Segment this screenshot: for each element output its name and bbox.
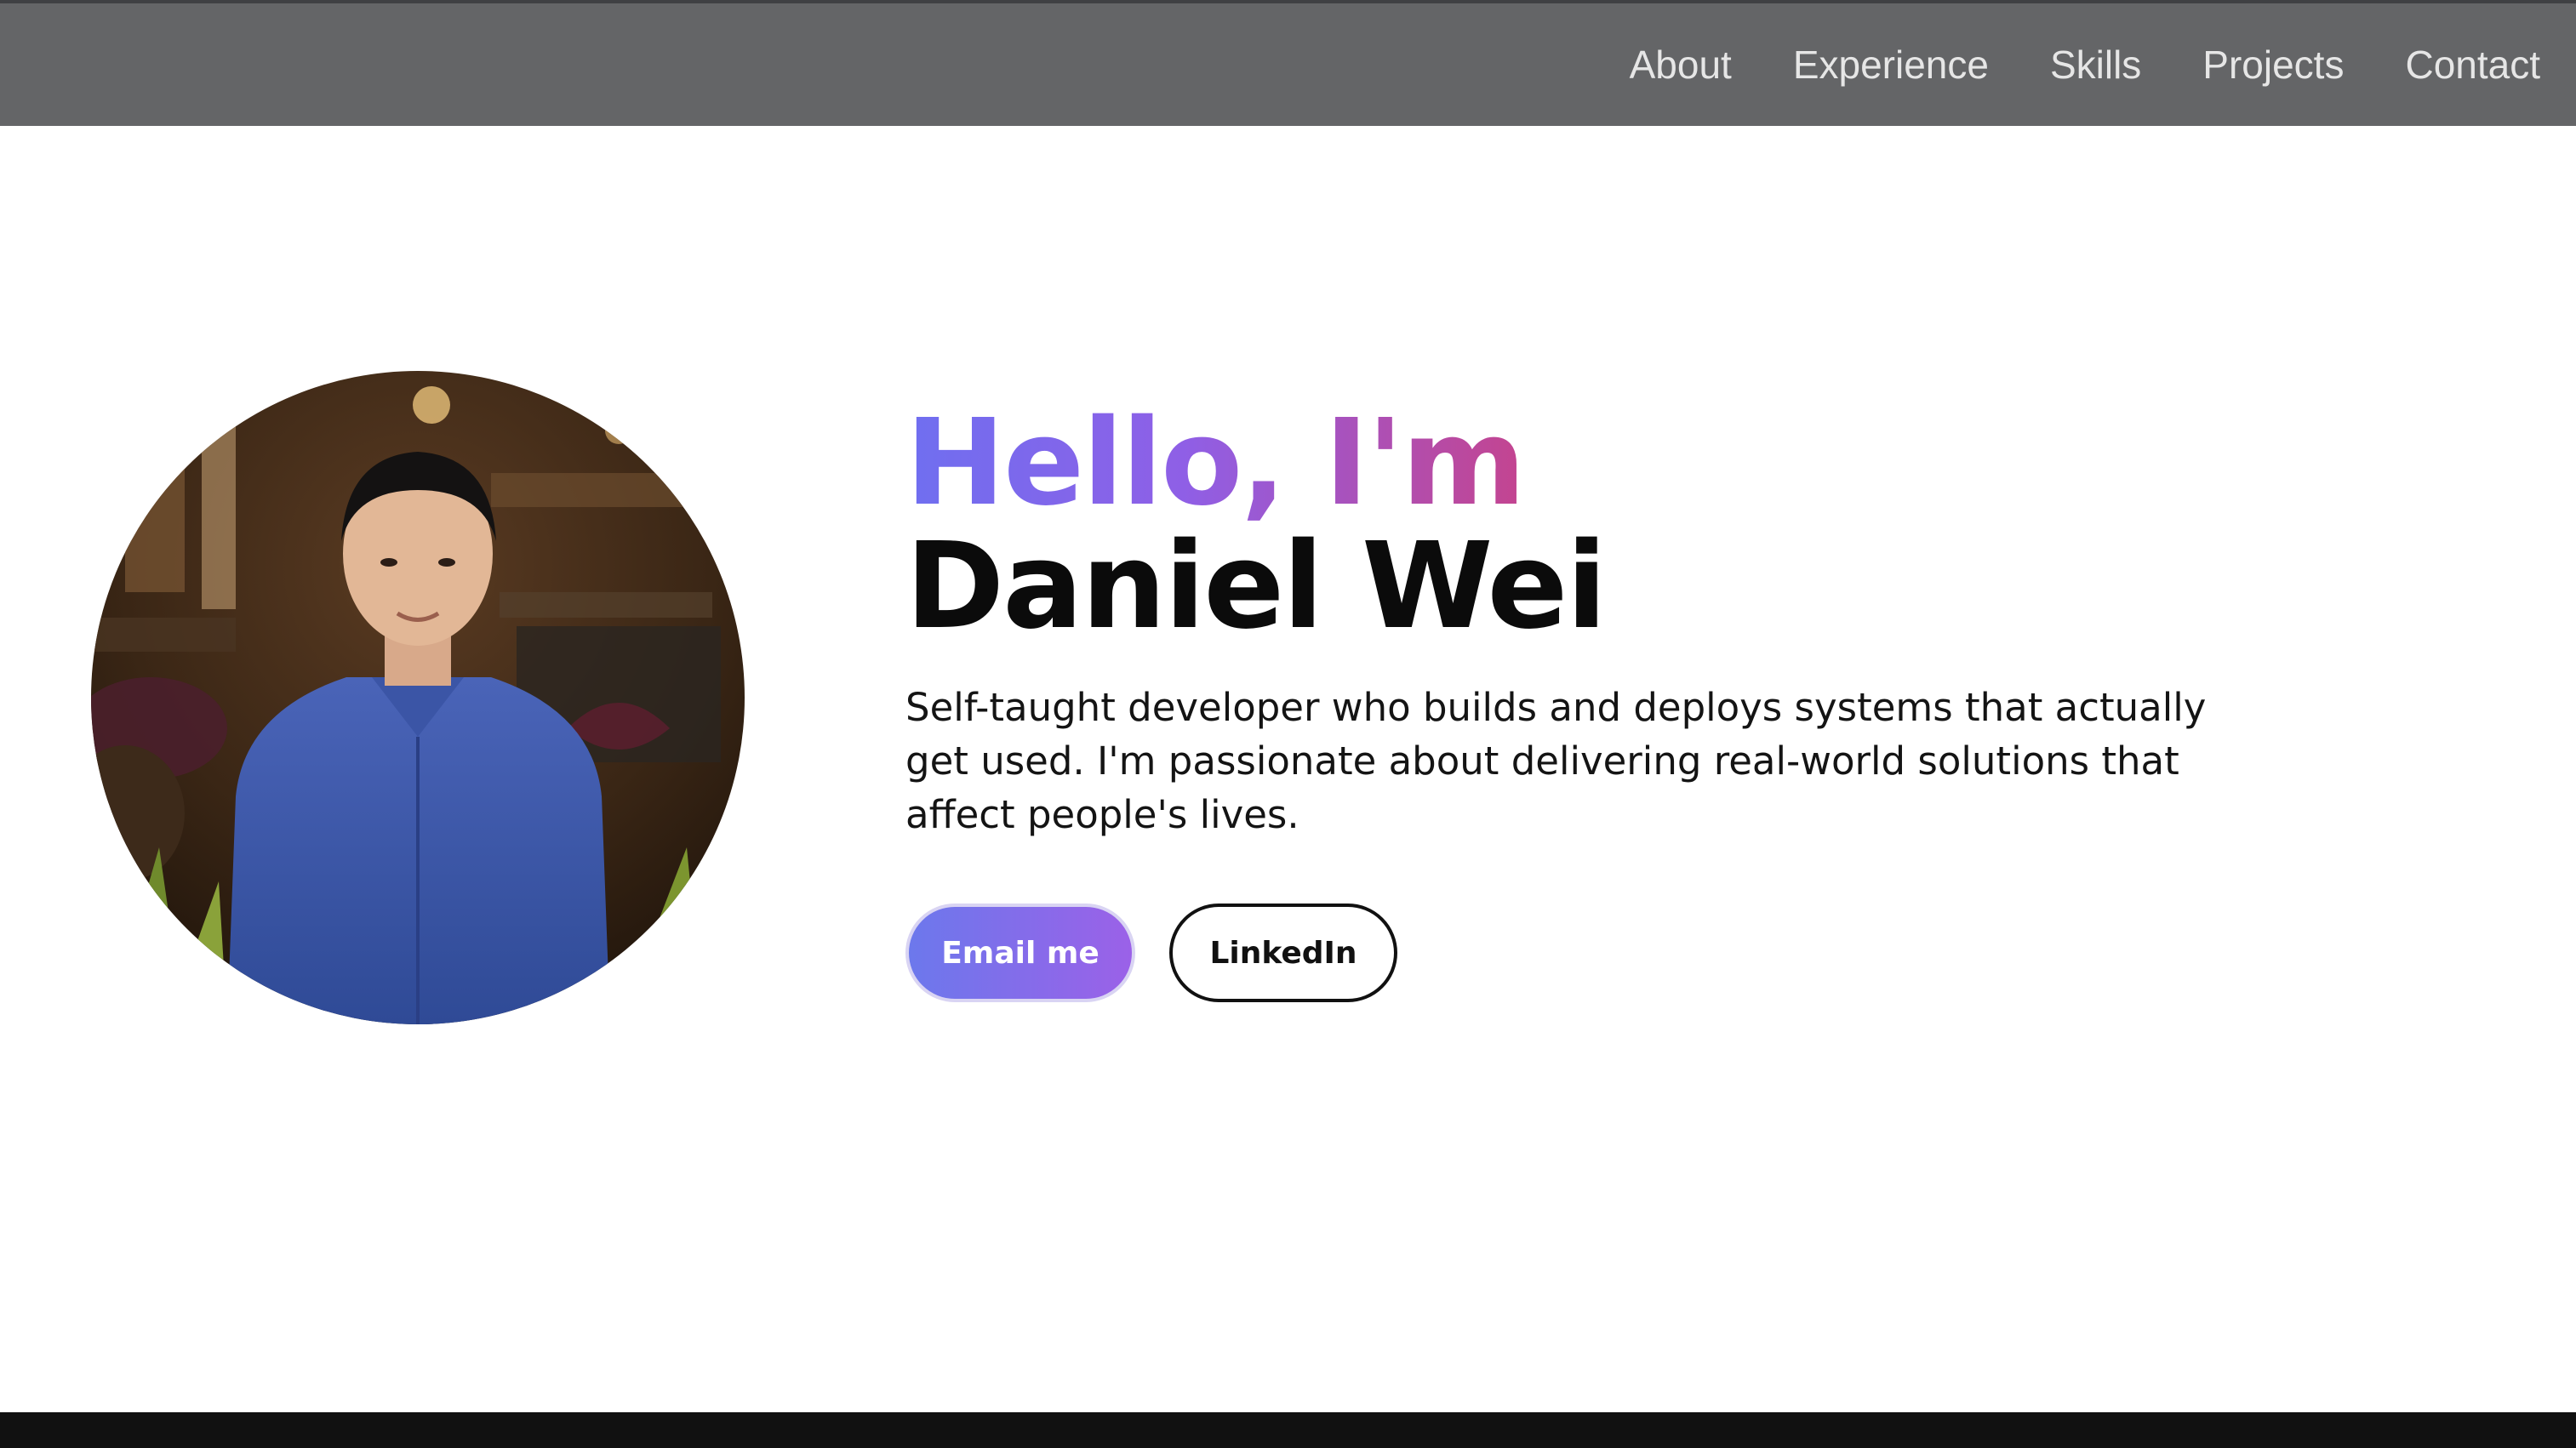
nav-link-experience[interactable]: Experience: [1793, 42, 1989, 88]
nav-link-skills[interactable]: Skills: [2050, 42, 2141, 88]
email-me-button[interactable]: Email me: [905, 904, 1135, 1002]
nav-link-about[interactable]: About: [1630, 42, 1732, 88]
hero-intro: Hello, I'm Daniel Wei Self-taught develo…: [905, 400, 2318, 841]
linkedin-button[interactable]: LinkedIn: [1169, 904, 1397, 1002]
hero-bio: Self-taught developer who builds and dep…: [905, 685, 2207, 837]
nav-links: About Experience Skills Projects Contact: [1630, 3, 2540, 126]
hero-greeting: Hello, I'm: [905, 394, 1526, 533]
footer-bar: [0, 1412, 2576, 1448]
nav-link-projects[interactable]: Projects: [2202, 42, 2344, 88]
nav-link-contact[interactable]: Contact: [2405, 42, 2540, 88]
profile-photo: [91, 371, 745, 1024]
hero-actions: Email me LinkedIn: [905, 904, 1397, 1002]
top-navigation-bar: About Experience Skills Projects Contact: [0, 3, 2576, 126]
hero-name: Daniel Wei: [905, 517, 1607, 656]
